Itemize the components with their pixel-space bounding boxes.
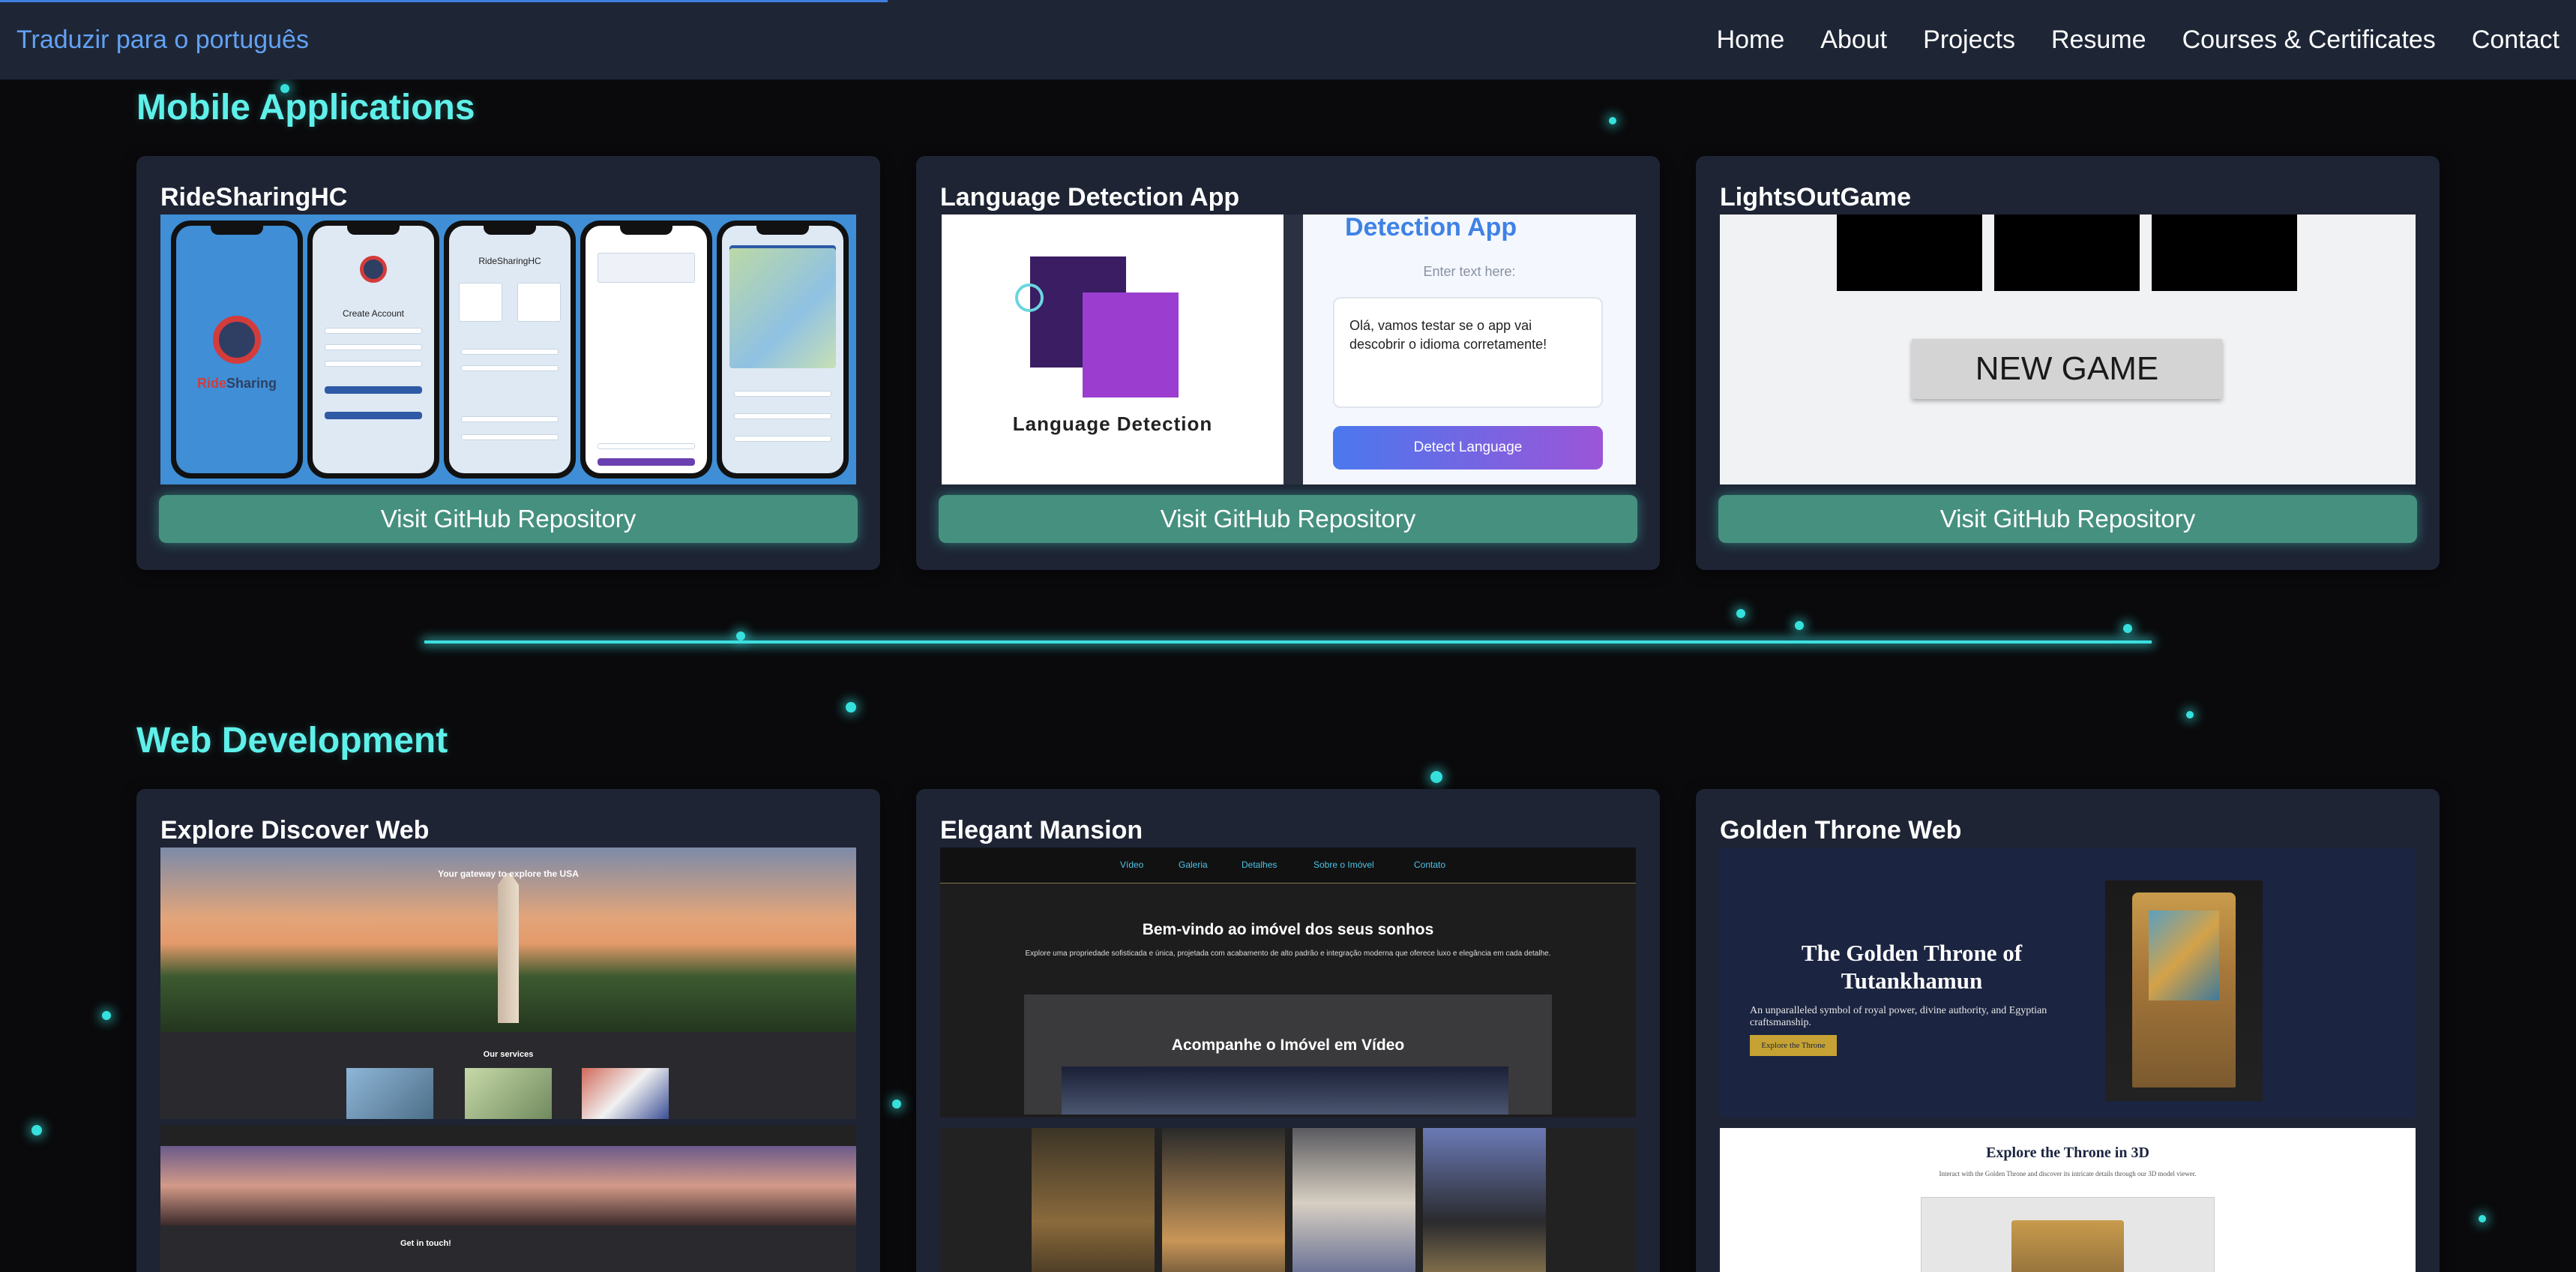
project-card-golden-throne: Golden Throne Web The Golden Throne of T…: [1696, 789, 2440, 1272]
particle-dot: [31, 1125, 42, 1136]
project-card-language-detection: Language Detection App Language Detectio…: [916, 156, 1660, 570]
speech-bubble-icon: [1083, 292, 1179, 398]
nav-about[interactable]: About: [1820, 26, 1887, 55]
create-account-text: Create Account: [342, 308, 405, 319]
card-title: Explore Discover Web: [160, 816, 430, 844]
3d-viewer: [1921, 1197, 2215, 1272]
project-card-lightsout: LightsOutGame NEW GAME Visit GitHub Repo…: [1696, 156, 2440, 570]
app-screen-panel: Detection App Enter text here: Olá, vamo…: [1303, 214, 1636, 484]
project-screenshot: Your gateway to explore the USA Our serv…: [160, 848, 856, 1272]
section-title-mobile: Mobile Applications: [136, 88, 475, 128]
hero-text: Your gateway to explore the USA: [438, 868, 579, 879]
nav-projects[interactable]: Projects: [1923, 26, 2015, 55]
particle-dot: [2479, 1215, 2486, 1222]
card-title: Golden Throne Web: [1720, 816, 1962, 844]
project-card-explore-discover: Explore Discover Web Your gateway to exp…: [136, 789, 880, 1272]
project-card-ridesharing: RideSharingHC RideSharing Create Account: [136, 156, 880, 570]
light-tile: [2152, 214, 2297, 291]
video-title: Acompanhe o Imóvel em Vídeo: [1171, 1036, 1405, 1054]
nav-links: Home About Projects Resume Courses & Cer…: [1717, 26, 2560, 55]
input-label: Enter text here:: [1423, 264, 1516, 279]
particle-dot: [1736, 609, 1745, 618]
card-title: Elegant Mansion: [940, 816, 1143, 844]
explore-3d-description: Interact with the Golden Throne and disc…: [1939, 1170, 2197, 1178]
video-section: Acompanhe o Imóvel em Vídeo: [1024, 994, 1552, 1114]
throne-description: An unparalleled symbol of royal power, d…: [1750, 1005, 2047, 1028]
github-button[interactable]: Visit GitHub Repository: [939, 495, 1637, 543]
light-tile: [1994, 214, 2140, 291]
github-button[interactable]: Visit GitHub Repository: [159, 495, 858, 543]
particle-dot: [1430, 771, 1442, 783]
cursor-ring: [1015, 284, 1044, 312]
particle-dot: [2186, 711, 2194, 718]
phone-mockup: [717, 220, 849, 478]
nav-courses[interactable]: Courses & Certificates: [2182, 26, 2436, 55]
throne-title: The Golden Throne of Tutankhamun: [1801, 940, 2023, 994]
project-screenshot: RideSharing Create Account RideSharingHC: [160, 214, 856, 484]
translate-link[interactable]: Traduzir para o português: [16, 26, 309, 55]
particle-dot: [736, 632, 745, 640]
particle-dot: [846, 702, 856, 712]
phone-mockup: RideSharingHC: [444, 220, 576, 478]
section-title-web: Web Development: [136, 721, 448, 760]
location-pin-icon: [213, 316, 261, 364]
scroll-progress-bar: [0, 0, 888, 2]
card-title: LightsOutGame: [1720, 183, 1912, 212]
explore-3d-heading: Explore the Throne in 3D: [1986, 1144, 2149, 1161]
get-in-touch-heading: Get in touch!: [400, 1239, 451, 1248]
nav-contact[interactable]: Contact: [2472, 26, 2560, 55]
phone-mockup: RideSharing: [171, 220, 303, 478]
services-heading: Our services: [483, 1050, 534, 1059]
text-input: Olá, vamos testar se o app vai descobrir…: [1333, 297, 1603, 408]
card-title: Language Detection App: [940, 183, 1240, 212]
mansion-nav: Vídeo Galeria Detalhes Sobre o Imóvel Co…: [940, 848, 1636, 884]
nav-home[interactable]: Home: [1717, 26, 1785, 55]
card-title: RideSharingHC: [160, 183, 348, 212]
project-screenshot: NEW GAME: [1720, 214, 2416, 484]
video-frame: [1062, 1066, 1508, 1114]
project-screenshot: The Golden Throne of Tutankhamun An unpa…: [1720, 848, 2416, 1272]
particle-dot: [1609, 117, 1616, 124]
light-tile: [1837, 214, 1982, 291]
project-screenshot: Language Detection Detection App Enter t…: [940, 214, 1636, 484]
monument-image: [498, 873, 519, 1023]
github-button[interactable]: Visit GitHub Repository: [1718, 495, 2417, 543]
throne-image: [2105, 880, 2263, 1101]
welcome-heading: Bem-vindo ao imóvel dos seus sonhos: [1142, 921, 1434, 938]
welcome-description: Explore uma propriedade sofisticada e ún…: [1025, 950, 1551, 958]
particle-dot: [1795, 621, 1804, 630]
map-preview: [729, 248, 837, 368]
nav-resume[interactable]: Resume: [2051, 26, 2146, 55]
new-game-button: NEW GAME: [1912, 339, 2222, 399]
brand-text: RideSharing: [196, 376, 277, 391]
explore-throne-button: Explore the Throne: [1750, 1035, 1837, 1056]
app-name-text: RideSharingHC: [478, 256, 541, 266]
app-title: Detection App: [1345, 214, 1517, 242]
particle-dot: [102, 1011, 111, 1020]
particle-dot: [892, 1100, 901, 1108]
phone-mockup: Create Account: [307, 220, 439, 478]
top-navbar: Traduzir para o português Home About Pro…: [0, 0, 2576, 80]
app-logo-panel: Language Detection: [942, 214, 1284, 484]
phone-mockup: [580, 220, 712, 478]
particle-dot: [2123, 624, 2132, 633]
section-divider: [424, 640, 2152, 644]
project-screenshot: Vídeo Galeria Detalhes Sobre o Imóvel Co…: [940, 848, 1636, 1272]
location-pin-icon: [360, 256, 387, 283]
detect-language-button: Detect Language: [1333, 426, 1603, 470]
logo-text: Language Detection: [1012, 412, 1213, 435]
project-card-elegant-mansion: Elegant Mansion Vídeo Galeria Detalhes S…: [916, 789, 1660, 1272]
